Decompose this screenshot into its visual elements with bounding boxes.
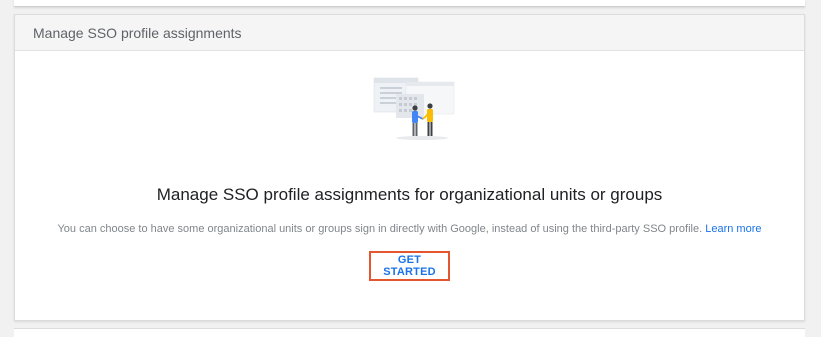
sso-assignments-card: Manage SSO profile assignments Manage SS… <box>14 14 805 321</box>
description: You can choose to have some organization… <box>15 223 804 235</box>
description-text: You can choose to have some organization… <box>57 223 703 235</box>
get-started-button[interactable]: GET STARTED <box>369 251 450 281</box>
card-body: Manage SSO profile assignments for organ… <box>15 51 804 321</box>
learn-more-link[interactable]: Learn more <box>705 223 761 235</box>
headline: Manage SSO profile assignments for organ… <box>156 185 663 204</box>
card-header: Manage SSO profile assignments <box>15 15 804 51</box>
people-handshake-illustration-icon <box>373 77 455 140</box>
card-title: Manage SSO profile assignments <box>33 24 242 41</box>
previous-card-edge <box>14 0 805 7</box>
